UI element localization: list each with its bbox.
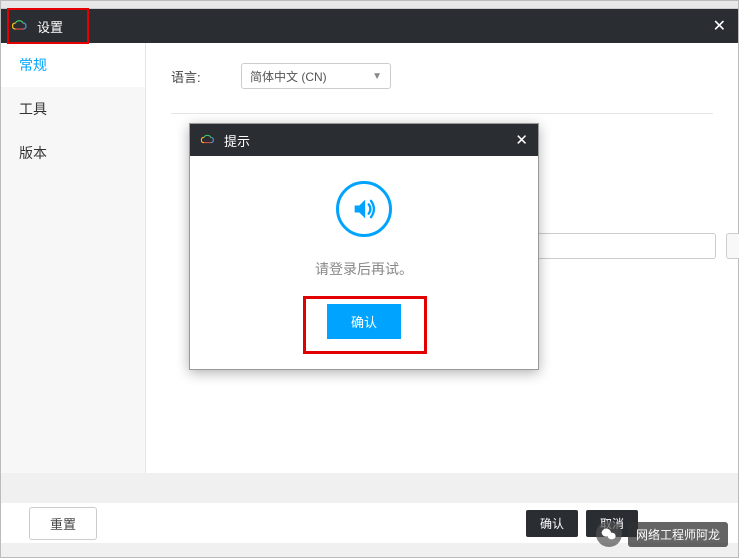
dialog-title: 提示 bbox=[224, 131, 250, 150]
language-select[interactable]: 简体中文 (CN) ▼ bbox=[241, 63, 391, 89]
dialog-message: 请登录后再试。 bbox=[210, 259, 518, 279]
browse-button[interactable]: 浏览... bbox=[726, 233, 739, 259]
language-label: 语言: bbox=[171, 67, 241, 86]
cloud-icon bbox=[11, 19, 29, 33]
watermark: 网络工程师阿龙 bbox=[596, 521, 728, 547]
sidebar-item-tools[interactable]: 工具 bbox=[1, 87, 145, 131]
wechat-icon bbox=[596, 521, 622, 547]
window-title: 设置 bbox=[37, 17, 63, 36]
watermark-text: 网络工程师阿龙 bbox=[628, 522, 728, 547]
cloud-icon bbox=[200, 134, 216, 146]
chevron-down-icon: ▼ bbox=[372, 71, 382, 82]
sidebar-item-version[interactable]: 版本 bbox=[1, 131, 145, 175]
confirm-button[interactable]: 确认 bbox=[327, 304, 401, 339]
dialog-title-bar: 提示 ✕ bbox=[190, 124, 538, 156]
window-title-bar: 设置 ✕ bbox=[1, 9, 738, 43]
sidebar-item-general[interactable]: 常规 bbox=[1, 43, 145, 87]
sound-icon bbox=[336, 181, 392, 237]
footer-confirm-button[interactable]: 确认 bbox=[526, 510, 578, 537]
window-close-button[interactable]: ✕ bbox=[713, 16, 726, 36]
sidebar: 常规 工具 版本 bbox=[1, 43, 146, 473]
reset-button[interactable]: 重置 bbox=[29, 507, 97, 540]
language-value: 简体中文 (CN) bbox=[250, 68, 327, 85]
dialog-close-button[interactable]: ✕ bbox=[515, 131, 528, 149]
prompt-dialog: 提示 ✕ 请登录后再试。 确认 bbox=[189, 123, 539, 370]
path-input[interactable] bbox=[526, 233, 716, 259]
divider bbox=[171, 113, 713, 114]
